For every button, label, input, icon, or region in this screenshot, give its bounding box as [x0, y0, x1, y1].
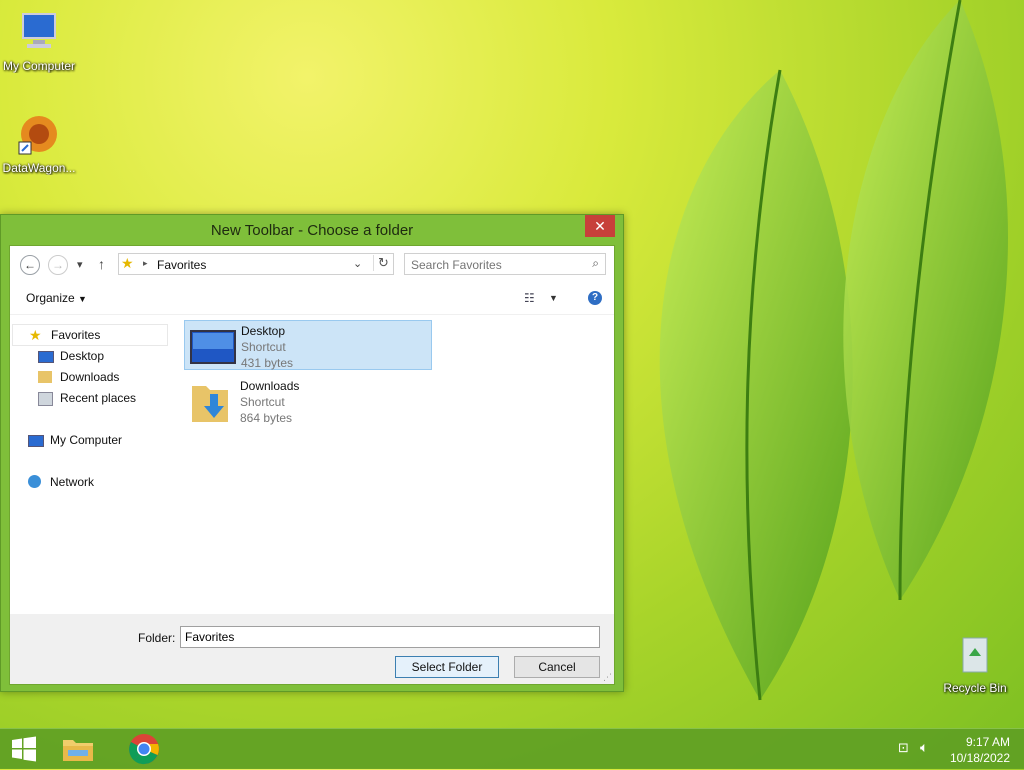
- cancel-button[interactable]: Cancel: [514, 656, 600, 678]
- nav-item-favorites[interactable]: ★ Favorites: [12, 324, 168, 346]
- dialog-titlebar[interactable]: New Toolbar - Choose a folder ✕: [1, 215, 623, 245]
- file-list: Desktop Shortcut 431 bytes Downloads Sho…: [182, 318, 612, 610]
- view-details-icon: ☷: [524, 291, 535, 305]
- computer-icon: [28, 435, 44, 447]
- help-button[interactable]: ?: [588, 291, 602, 305]
- breadcrumb[interactable]: Favorites: [157, 258, 206, 272]
- recent-places-icon: [38, 392, 53, 406]
- network-tray-icon[interactable]: ⊡: [898, 740, 909, 756]
- clock-date: 10/18/2022: [949, 751, 1010, 765]
- file-name: Downloads: [240, 379, 300, 393]
- resize-grip-icon[interactable]: ⋰: [603, 672, 612, 683]
- clock-time: 9:17 AM: [965, 735, 1010, 749]
- file-explorer-button[interactable]: [60, 733, 100, 765]
- organize-button[interactable]: Organize ▼: [26, 291, 87, 305]
- downloads-folder-icon: [192, 386, 228, 422]
- close-button[interactable]: ✕: [585, 215, 615, 237]
- change-view-button[interactable]: ☷ ▼: [524, 290, 560, 308]
- network-icon: [28, 475, 41, 488]
- windows-logo-icon: [12, 736, 36, 762]
- desktop-icon-recycle-bin[interactable]: Recycle Bin: [936, 632, 1014, 695]
- file-size: 431 bytes: [241, 356, 294, 370]
- nav-item-label: Recent places: [60, 391, 137, 405]
- navigation-pane: ★ Favorites Desktop Downloads Recent pla…: [10, 316, 168, 616]
- search-icon[interactable]: ⌕: [592, 256, 599, 271]
- dialog-client-area: ← → ▾ ↑ ★ ▸ Favorites ⌄ ↻ ⌕ Organize: [9, 245, 615, 685]
- nav-item-network[interactable]: Network: [28, 472, 166, 492]
- refresh-icon[interactable]: ↻: [373, 255, 389, 271]
- volume-icon[interactable]: 🔈︎: [920, 739, 928, 756]
- close-icon: ✕: [594, 218, 606, 234]
- forward-button[interactable]: →: [48, 255, 68, 275]
- back-button[interactable]: ←: [20, 255, 40, 275]
- select-folder-button[interactable]: Select Folder: [395, 656, 499, 678]
- nav-item-label: Desktop: [60, 349, 105, 363]
- desktop-icon-label: Recycle Bin: [943, 681, 1007, 695]
- address-bar-row: ← → ▾ ↑ ★ ▸ Favorites ⌄ ↻ ⌕: [10, 246, 614, 284]
- computer-icon: [22, 13, 56, 48]
- file-item-desktop[interactable]: Desktop Shortcut 431 bytes: [184, 320, 432, 370]
- nav-item-my-computer[interactable]: My Computer: [28, 430, 166, 450]
- nav-item-label: My Computer: [50, 433, 123, 447]
- favorites-star-icon: ★: [121, 255, 134, 271]
- nav-item-label: Favorites: [51, 328, 101, 342]
- chevron-down-icon: ▼: [78, 294, 87, 304]
- desktop-icon-label: My Computer: [2, 59, 76, 73]
- desktop-icon-datawagon[interactable]: DataWagon...: [0, 112, 78, 175]
- file-name: Desktop: [241, 324, 286, 338]
- desktop-icon: [38, 351, 54, 363]
- start-button[interactable]: [6, 733, 46, 765]
- search-input[interactable]: [409, 256, 583, 274]
- search-box[interactable]: ⌕: [404, 253, 606, 275]
- nav-item-label: Network: [50, 475, 95, 489]
- folder-input[interactable]: [180, 626, 600, 648]
- dialog-title: New Toolbar - Choose a folder: [210, 222, 414, 239]
- address-box[interactable]: ★ ▸ Favorites ⌄ ↻: [118, 253, 394, 275]
- recycle-bin-icon: [962, 637, 988, 673]
- folder-label: Folder:: [138, 631, 176, 645]
- file-item-downloads[interactable]: Downloads Shortcut 864 bytes: [184, 376, 432, 426]
- organize-label: Organize: [26, 291, 75, 305]
- up-arrow-icon[interactable]: ↑: [98, 256, 105, 272]
- chevron-down-icon: ▼: [549, 293, 558, 303]
- help-icon: ?: [591, 292, 599, 303]
- recent-locations-chevron-icon[interactable]: ▾: [77, 258, 83, 271]
- cancel-label: Cancel: [538, 660, 576, 674]
- chrome-button[interactable]: [124, 733, 164, 765]
- address-dropdown-chevron-icon[interactable]: ⌄: [353, 257, 362, 270]
- file-type: Shortcut: [241, 340, 286, 354]
- file-size: 864 bytes: [240, 411, 293, 425]
- favorites-star-icon: ★: [29, 327, 42, 343]
- back-arrow-icon: ←: [24, 258, 36, 272]
- desktop-icon: [190, 330, 236, 364]
- nav-item-label: Downloads: [60, 370, 120, 384]
- chrome-icon: [129, 734, 159, 765]
- command-toolbar: Organize ▼ ☷ ▼ ?: [10, 284, 614, 315]
- datawagon-app-icon: [18, 116, 57, 155]
- clock[interactable]: 9:17 AM 10/18/2022: [950, 734, 1010, 766]
- nav-item-recent-places[interactable]: Recent places: [38, 388, 166, 408]
- choose-folder-dialog: New Toolbar - Choose a folder ✕ ← → ▾ ↑ …: [0, 214, 624, 692]
- breadcrumb-separator-icon: ▸: [143, 258, 148, 268]
- file-explorer-icon: [63, 740, 93, 761]
- desktop-icon-my-computer[interactable]: My Computer: [0, 10, 78, 73]
- downloads-icon: [38, 371, 52, 383]
- nav-item-downloads[interactable]: Downloads: [38, 367, 166, 387]
- file-type: Shortcut: [240, 395, 285, 409]
- select-folder-label: Select Folder: [411, 660, 483, 674]
- dialog-footer: Folder: Select Folder Cancel ⋰: [10, 614, 614, 684]
- taskbar: ⊡ 🔈︎ 9:17 AM 10/18/2022: [0, 728, 1024, 769]
- nav-item-desktop[interactable]: Desktop: [38, 346, 166, 366]
- forward-arrow-icon: →: [52, 258, 64, 272]
- desktop-icon-label: DataWagon...: [2, 161, 76, 175]
